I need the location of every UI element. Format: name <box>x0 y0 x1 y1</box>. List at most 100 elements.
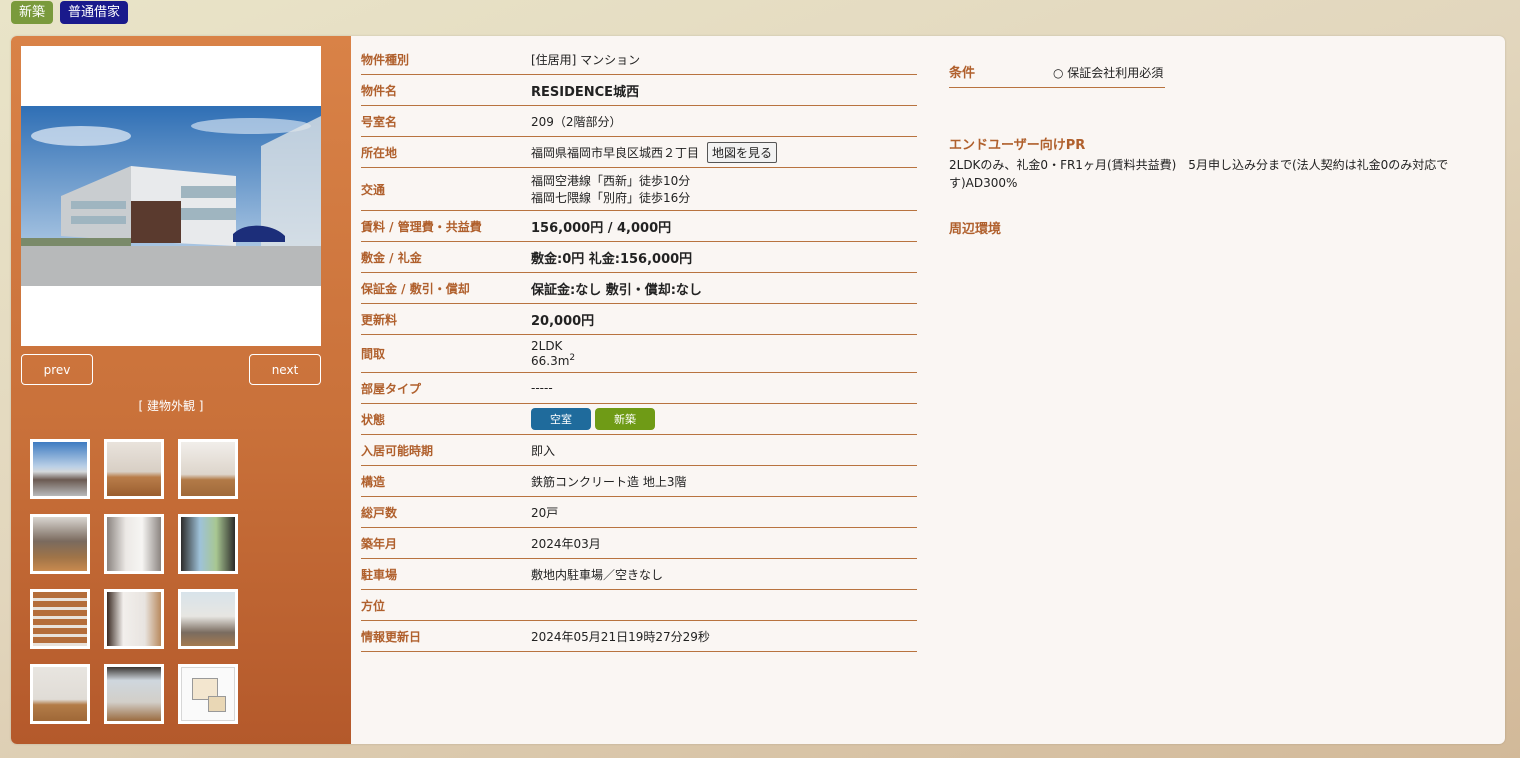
conditions-value: ○ 保証会社利用必須 <box>1053 66 1164 80</box>
conditions-row: 条件 ○ 保証会社利用必須 <box>949 58 1165 88</box>
thumbnail-balcony[interactable] <box>178 514 238 574</box>
detail-label: 更新料 <box>361 312 398 327</box>
detail-label: 物件名 <box>361 83 398 98</box>
detail-value: 209（2階部分） <box>531 114 622 129</box>
detail-row-direction: 方位 <box>361 590 917 621</box>
thumbnail-image <box>33 592 87 646</box>
detail-value: 福岡県福岡市早良区城西２丁目 地図を見る <box>531 138 778 167</box>
detail-value: 2LDK 66.3m2 <box>531 335 575 372</box>
environment-title: 周辺環境 <box>949 222 1002 237</box>
thumbnail-floorplan[interactable] <box>178 664 238 724</box>
detail-row-parking: 駐車場 敷地内駐車場／空きなし <box>361 559 917 590</box>
detail-label: 交通 <box>361 182 386 197</box>
prev-button[interactable]: prev <box>21 354 93 385</box>
detail-value: 福岡空港線「西新」徒歩10分 福岡七隈線「別府」徒歩16分 <box>531 168 690 210</box>
detail-label: 構造 <box>361 474 386 489</box>
detail-label: 駐車場 <box>361 567 398 582</box>
thumbnail-room[interactable] <box>104 439 164 499</box>
thumbnail-kitchen[interactable] <box>30 514 90 574</box>
thumbnail-image <box>181 517 235 571</box>
detail-label: 敷金 / 礼金 <box>361 250 422 265</box>
detail-row-move-in: 入居可能時期 即入 <box>361 435 917 466</box>
detail-row-room: 号室名 209（2階部分） <box>361 106 917 137</box>
detail-label: 部屋タイプ <box>361 381 422 396</box>
transit-line: 福岡空港線「西新」徒歩10分 <box>531 174 691 188</box>
thumbnail-washroom[interactable] <box>178 589 238 649</box>
tag-lease-type: 普通借家 <box>60 1 129 24</box>
detail-row-structure: 構造 鉄筋コンクリート造 地上3階 <box>361 466 917 497</box>
detail-value: RESIDENCE城西 <box>531 84 640 100</box>
thumbnail-image <box>107 592 161 646</box>
tag-new: 新築 <box>11 1 54 24</box>
main-photo[interactable] <box>21 46 321 346</box>
building-exterior-image <box>21 106 321 286</box>
detail-value: 鉄筋コンクリート造 地上3階 <box>531 474 687 489</box>
thumbnail-exterior[interactable] <box>30 439 90 499</box>
map-button[interactable]: 地図を見る <box>707 141 778 163</box>
detail-row-rent: 賃料 / 管理費・共益費 156,000円 / 4,000円 <box>361 211 917 242</box>
layout-plan: 2LDK <box>531 339 563 353</box>
pr-title: エンドユーザー向けPR <box>949 138 1086 153</box>
detail-value: 保証金:なし 敷引・償却:なし <box>531 282 702 298</box>
thumbnail-living[interactable] <box>178 439 238 499</box>
detail-value: 156,000円 / 4,000円 <box>531 220 672 236</box>
thumbnail-image <box>107 667 161 721</box>
detail-row-renewal: 更新料 20,000円 <box>361 304 917 335</box>
detail-value: 敷金:0円 礼金:156,000円 <box>531 251 693 267</box>
detail-value: 20戸 <box>531 505 559 520</box>
thumbnail-image <box>33 517 87 571</box>
next-button[interactable]: next <box>249 354 321 385</box>
detail-row-transit: 交通 福岡空港線「西新」徒歩10分 福岡七隈線「別府」徒歩16分 <box>361 168 917 211</box>
detail-value: [住居用] マンション <box>531 52 641 67</box>
detail-row-units: 総戸数 20戸 <box>361 497 917 528</box>
conditions-label: 条件 <box>949 66 976 81</box>
transit-line: 福岡七隈線「別府」徒歩16分 <box>531 191 691 205</box>
detail-label: 号室名 <box>361 114 398 129</box>
detail-label: 間取 <box>361 347 386 361</box>
thumbnail-image <box>181 592 235 646</box>
layout-area: 66.3m2 <box>531 353 576 368</box>
thumbnail-stairs[interactable] <box>30 589 90 649</box>
thumbnail-image <box>181 442 235 496</box>
detail-row-guarantee: 保証金 / 敷引・償却 保証金:なし 敷引・償却:なし <box>361 273 917 304</box>
address-text: 福岡県福岡市早良区城西２丁目 <box>531 145 700 160</box>
detail-label: 総戸数 <box>361 505 398 520</box>
pr-text: 2LDKのみ、礼金0・FR1ヶ月(賃料共益費) 5月申し込み分まで(法人契約は礼… <box>949 158 1449 190</box>
detail-row-built: 築年月 2024年03月 <box>361 528 917 559</box>
thumbnail-image <box>107 517 161 571</box>
detail-label: 築年月 <box>361 536 398 551</box>
thumbnail-image <box>181 667 235 721</box>
detail-label: 所在地 <box>361 145 398 160</box>
thumbnail-image <box>33 667 87 721</box>
detail-value: 20,000円 <box>531 313 595 329</box>
detail-label: 物件種別 <box>361 52 410 67</box>
detail-label: 賃料 / 管理費・共益費 <box>361 219 482 234</box>
detail-row-layout: 間取 2LDK 66.3m2 <box>361 335 917 373</box>
property-tags: 新築 普通借家 <box>11 1 129 24</box>
thumbnail-bedroom[interactable] <box>30 664 90 724</box>
detail-row-address: 所在地 福岡県福岡市早良区城西２丁目 地図を見る <box>361 137 917 168</box>
detail-row-room-type: 部屋タイプ ----- <box>361 373 917 404</box>
property-card: prev next [ 建物外観 ] 物件種別 [住居用] マンション 物件名 … <box>11 36 1505 744</box>
detail-label: 状態 <box>361 412 386 427</box>
detail-row-deposit: 敷金 / 礼金 敷金:0円 礼金:156,000円 <box>361 242 917 273</box>
thumbnail-closet[interactable] <box>104 589 164 649</box>
detail-value: ----- <box>531 381 553 395</box>
detail-row-updated: 情報更新日 2024年05月21日19時27分29秒 <box>361 621 917 652</box>
detail-value: 敷地内駐車場／空きなし <box>531 567 664 582</box>
detail-label: 情報更新日 <box>361 629 422 644</box>
thumbnail-image <box>107 442 161 496</box>
detail-value: 即入 <box>531 443 556 458</box>
photo-gallery: prev next [ 建物外観 ] <box>11 36 351 744</box>
photo-caption: [ 建物外観 ] <box>138 399 204 413</box>
detail-label: 入居可能時期 <box>361 443 434 458</box>
detail-row-name: 物件名 RESIDENCE城西 <box>361 75 917 106</box>
detail-row-type: 物件種別 [住居用] マンション <box>361 44 917 75</box>
property-details-table: 物件種別 [住居用] マンション 物件名 RESIDENCE城西 号室名 209… <box>361 44 917 652</box>
detail-label: 保証金 / 敷引・償却 <box>361 281 470 296</box>
thumbnail-toilet[interactable] <box>104 514 164 574</box>
detail-row-status: 状態 空室 新築 <box>361 404 917 435</box>
thumbnail-window-room[interactable] <box>104 664 164 724</box>
detail-value: 2024年05月21日19時27分29秒 <box>531 629 710 644</box>
detail-label: 方位 <box>361 598 386 613</box>
